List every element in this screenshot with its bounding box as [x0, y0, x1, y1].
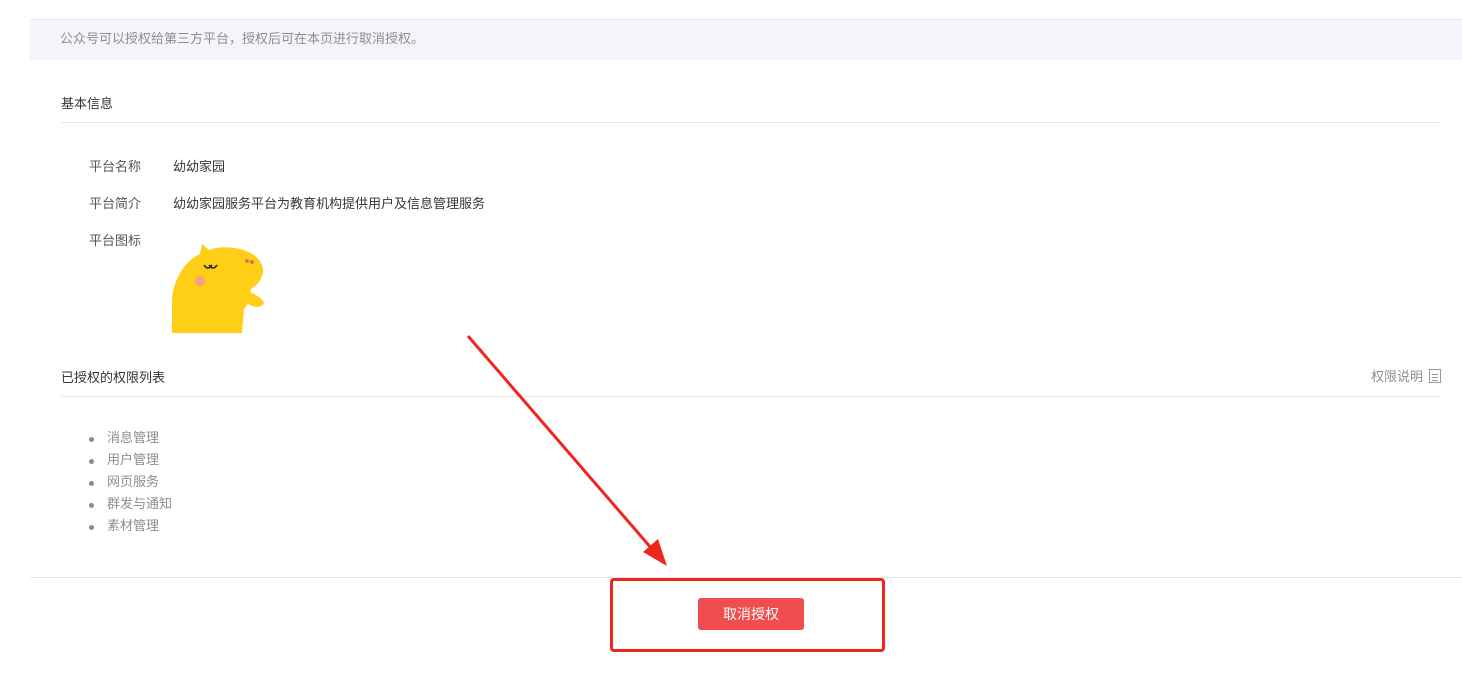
platform-intro-label: 平台简介: [89, 197, 142, 212]
basic-info-divider: [61, 122, 1441, 123]
platform-icon-label: 平台图标: [89, 234, 142, 249]
basic-info-title: 基本信息: [61, 97, 114, 112]
permissions-title: 已授权的权限列表: [61, 371, 166, 386]
list-item: 消息管理: [89, 428, 172, 450]
bullet-icon: [89, 524, 94, 530]
platform-name-label: 平台名称: [89, 160, 142, 175]
list-item: 群发与通知: [89, 494, 172, 516]
annotation-arrow-icon: [466, 335, 667, 566]
permission-help-label: 权限说明: [1370, 370, 1423, 385]
permission-help-link[interactable]: 权限说明: [1371, 366, 1441, 385]
notice-banner: 公众号可以授权给第三方平台，授权后可在本页进行取消授权。: [30, 20, 1462, 60]
permission-item-label: 网页服务: [107, 475, 160, 490]
bullet-icon: [89, 480, 94, 486]
platform-logo-icon: [172, 244, 264, 333]
bullet-icon: [89, 458, 94, 464]
platform-intro-value: 幼幼家园服务平台为教育机构提供用户及信息管理服务: [173, 197, 486, 212]
list-item: 素材管理: [89, 516, 172, 538]
bullet-icon: [89, 436, 94, 442]
cancel-authorization-button[interactable]: 取消授权: [698, 598, 804, 630]
list-item: 网页服务: [89, 472, 172, 494]
permission-item-label: 群发与通知: [107, 497, 173, 512]
platform-name-value: 幼幼家园: [173, 160, 226, 175]
bullet-icon: [89, 502, 94, 508]
list-item: 用户管理: [89, 450, 172, 472]
document-icon: [1429, 368, 1441, 383]
notice-text: 公众号可以授权给第三方平台，授权后可在本页进行取消授权。: [60, 32, 425, 47]
permission-item-label: 素材管理: [107, 519, 160, 534]
permission-item-label: 消息管理: [107, 431, 160, 446]
permission-item-label: 用户管理: [107, 453, 160, 468]
footer-divider: [30, 577, 1462, 578]
permissions-divider: [61, 396, 1441, 397]
permission-list: 消息管理 用户管理 网页服务 群发与通知 素材管理: [89, 428, 172, 538]
